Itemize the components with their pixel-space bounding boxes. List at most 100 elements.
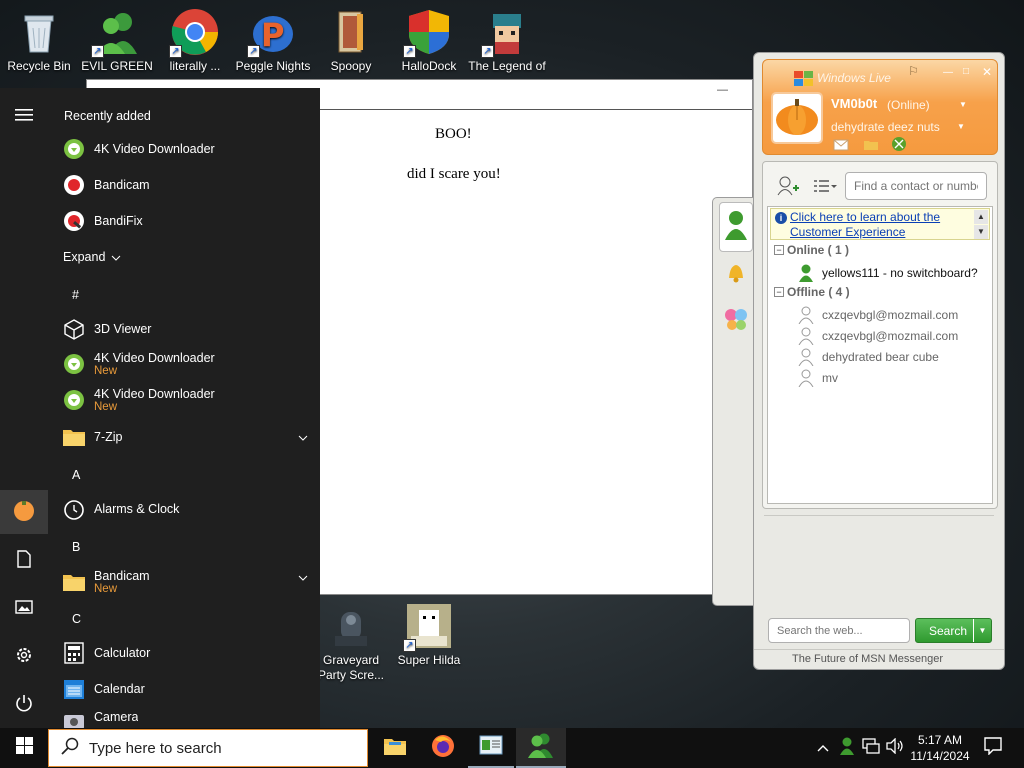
window-maximize-button[interactable]: □ <box>963 66 969 77</box>
personal-message[interactable]: dehydrate deez nuts <box>831 120 940 134</box>
app-folder-7-zip[interactable]: 7-Zip <box>62 420 308 454</box>
desktop-icon-chrome[interactable]: ↗ literally ... <box>156 2 234 75</box>
section-header-c[interactable]: C <box>72 612 81 626</box>
section-header-a[interactable]: A <box>72 468 80 482</box>
xbox-icon[interactable] <box>891 136 907 157</box>
chrome-icon: ↗ <box>169 8 219 58</box>
taskbar-msn-messenger[interactable] <box>516 728 566 768</box>
group-online[interactable]: − Online ( 1 ) <box>774 243 849 257</box>
desktop-icon-peggle-nights[interactable]: P ↗ Peggle Nights Del... <box>234 2 312 75</box>
start-button[interactable] <box>0 728 48 768</box>
user-avatar-icon <box>12 499 36 526</box>
contacts-tab[interactable] <box>719 202 753 252</box>
app-calendar[interactable]: Calendar <box>62 672 145 706</box>
taskbar-firefox[interactable] <box>420 728 466 768</box>
contact-offline[interactable]: cxzqevbgl@mozmail.com <box>798 326 958 346</box>
section-header-b[interactable]: B <box>72 540 80 554</box>
desktop-icon-super-hilda[interactable]: ↗ Super Hilda <box>390 596 468 668</box>
desktop-icon-spoopy[interactable]: Spoopy <box>312 2 390 75</box>
app-label: Alarms & Clock <box>94 502 180 516</box>
alerts-tab[interactable] <box>719 254 753 294</box>
desktop-icon-recycle-bin[interactable]: Recycle Bin <box>0 2 78 75</box>
legend-icon: ↗ <box>481 8 531 58</box>
banner-scroll-down[interactable]: ▼ <box>974 225 988 239</box>
customer-experience-banner[interactable]: i Click here to learn about the Customer… <box>770 208 990 240</box>
app-alarms-clock[interactable]: Alarms & Clock <box>62 492 179 526</box>
start-menu: Recently added 4K Video Downloader Bandi… <box>0 88 320 728</box>
chevron-down-icon: ▼ <box>959 100 967 109</box>
buddy-icon <box>723 210 749 245</box>
chevron-down-icon[interactable]: ▼ <box>973 619 991 642</box>
minimize-button[interactable]: — <box>717 84 728 96</box>
banner-scroll-up[interactable]: ▲ <box>974 210 988 224</box>
group-offline[interactable]: − Offline ( 4 ) <box>774 285 850 299</box>
msn-messenger-window[interactable]: Windows Live ⚐ — □ ✕ VM0b0t (Online) ▼ d… <box>753 52 1005 670</box>
contact-offline[interactable]: mv <box>798 368 838 388</box>
pictures-button[interactable] <box>0 586 48 630</box>
hamburger-menu-button[interactable] <box>0 94 48 138</box>
documents-button[interactable] <box>0 538 48 582</box>
power-button[interactable] <box>0 682 48 726</box>
app-label: Calendar <box>94 682 145 696</box>
firefox-icon <box>431 734 455 763</box>
user-account-button[interactable] <box>0 490 48 534</box>
online-status[interactable]: (Online) <box>887 98 930 112</box>
app-label: Camera <box>94 710 139 724</box>
contact-offline[interactable]: dehydrated bear cube <box>798 347 939 367</box>
new-badge: New <box>94 401 118 413</box>
app-calculator[interactable]: Calculator <box>62 636 150 670</box>
web-search-button[interactable]: Search ▼ <box>915 618 992 643</box>
desktop-icon-graveyard-party[interactable]: Graveyard Party Scre... <box>312 596 390 683</box>
username[interactable]: VM0b0t <box>831 96 877 111</box>
desktop-icon-evil-green-men[interactable]: ↗ EVIL GREEN MEN CO... <box>78 2 156 75</box>
tray-network-icon[interactable] <box>860 728 882 768</box>
settings-button[interactable] <box>0 634 48 678</box>
list-options-icon[interactable] <box>813 178 837 199</box>
app-3d-viewer[interactable]: 3D Viewer <box>62 312 151 346</box>
web-search-input[interactable] <box>768 618 910 643</box>
taskbar-search-box[interactable]: Type here to search <box>48 729 368 767</box>
display-picture[interactable] <box>771 92 823 144</box>
spaces-tab[interactable] <box>719 298 753 344</box>
desktop-icon-label: HalloDock <box>401 59 457 73</box>
clock[interactable]: 5:17 AM 11/14/2024 <box>908 728 972 768</box>
desktop-icon-label: Spoopy <box>330 59 372 73</box>
desktop-icon-legend[interactable]: ↗ The Legend of Tid... <box>468 2 546 75</box>
app-4k-video-downloader-2[interactable]: 4K Video Downloader New <box>62 382 215 418</box>
show-hidden-icons-button[interactable] <box>812 728 834 768</box>
app-camera[interactable]: Camera <box>62 708 138 728</box>
collapse-icon: − <box>774 245 784 255</box>
new-badge: New <box>94 583 118 595</box>
tray-msn-icon[interactable] <box>836 728 858 768</box>
calculator-icon <box>62 641 86 665</box>
app-folder-bandicam[interactable]: Bandicam New <box>62 564 308 600</box>
customer-experience-link[interactable]: Click here to learn about the <box>790 210 940 224</box>
search-icon <box>61 737 79 760</box>
tray-volume-icon[interactable] <box>884 728 906 768</box>
section-header-hash[interactable]: # <box>72 288 79 302</box>
taskbar-file-explorer[interactable] <box>372 728 418 768</box>
folder-icon[interactable] <box>863 138 879 156</box>
chevron-down-icon <box>298 430 308 444</box>
notepad-icon <box>479 734 503 761</box>
buddy-offline-icon <box>798 348 816 367</box>
mail-icon[interactable] <box>833 138 849 156</box>
taskbar-notepad[interactable] <box>468 728 514 768</box>
clock-icon <box>62 497 86 521</box>
app-bandifix-recent[interactable]: BandiFix <box>62 204 143 238</box>
action-center-button[interactable] <box>978 728 1008 768</box>
app-4k-video-downloader-recent[interactable]: 4K Video Downloader <box>62 132 215 166</box>
app-bandicam-recent[interactable]: Bandicam <box>62 168 150 202</box>
desktop-icon-hallodock[interactable]: ↗ HalloDock <box>390 2 468 75</box>
contact-offline[interactable]: cxzqevbgl@mozmail.com <box>798 305 958 325</box>
app-4k-video-downloader-1[interactable]: 4K Video Downloader New <box>62 346 215 382</box>
contact-online[interactable]: yellows111 - no switchboard? <box>798 263 978 283</box>
customer-experience-link-2[interactable]: Customer Experience <box>790 225 905 239</box>
add-contact-icon[interactable] <box>777 176 799 201</box>
window-close-button[interactable]: ✕ <box>982 65 992 79</box>
find-contact-input[interactable] <box>845 172 987 200</box>
desktop-icon-label: Recycle Bin <box>7 59 71 73</box>
window-minimize-button[interactable]: — <box>943 67 953 78</box>
4k-video-downloader-icon <box>62 137 86 161</box>
expand-button[interactable]: Expand <box>63 250 121 264</box>
